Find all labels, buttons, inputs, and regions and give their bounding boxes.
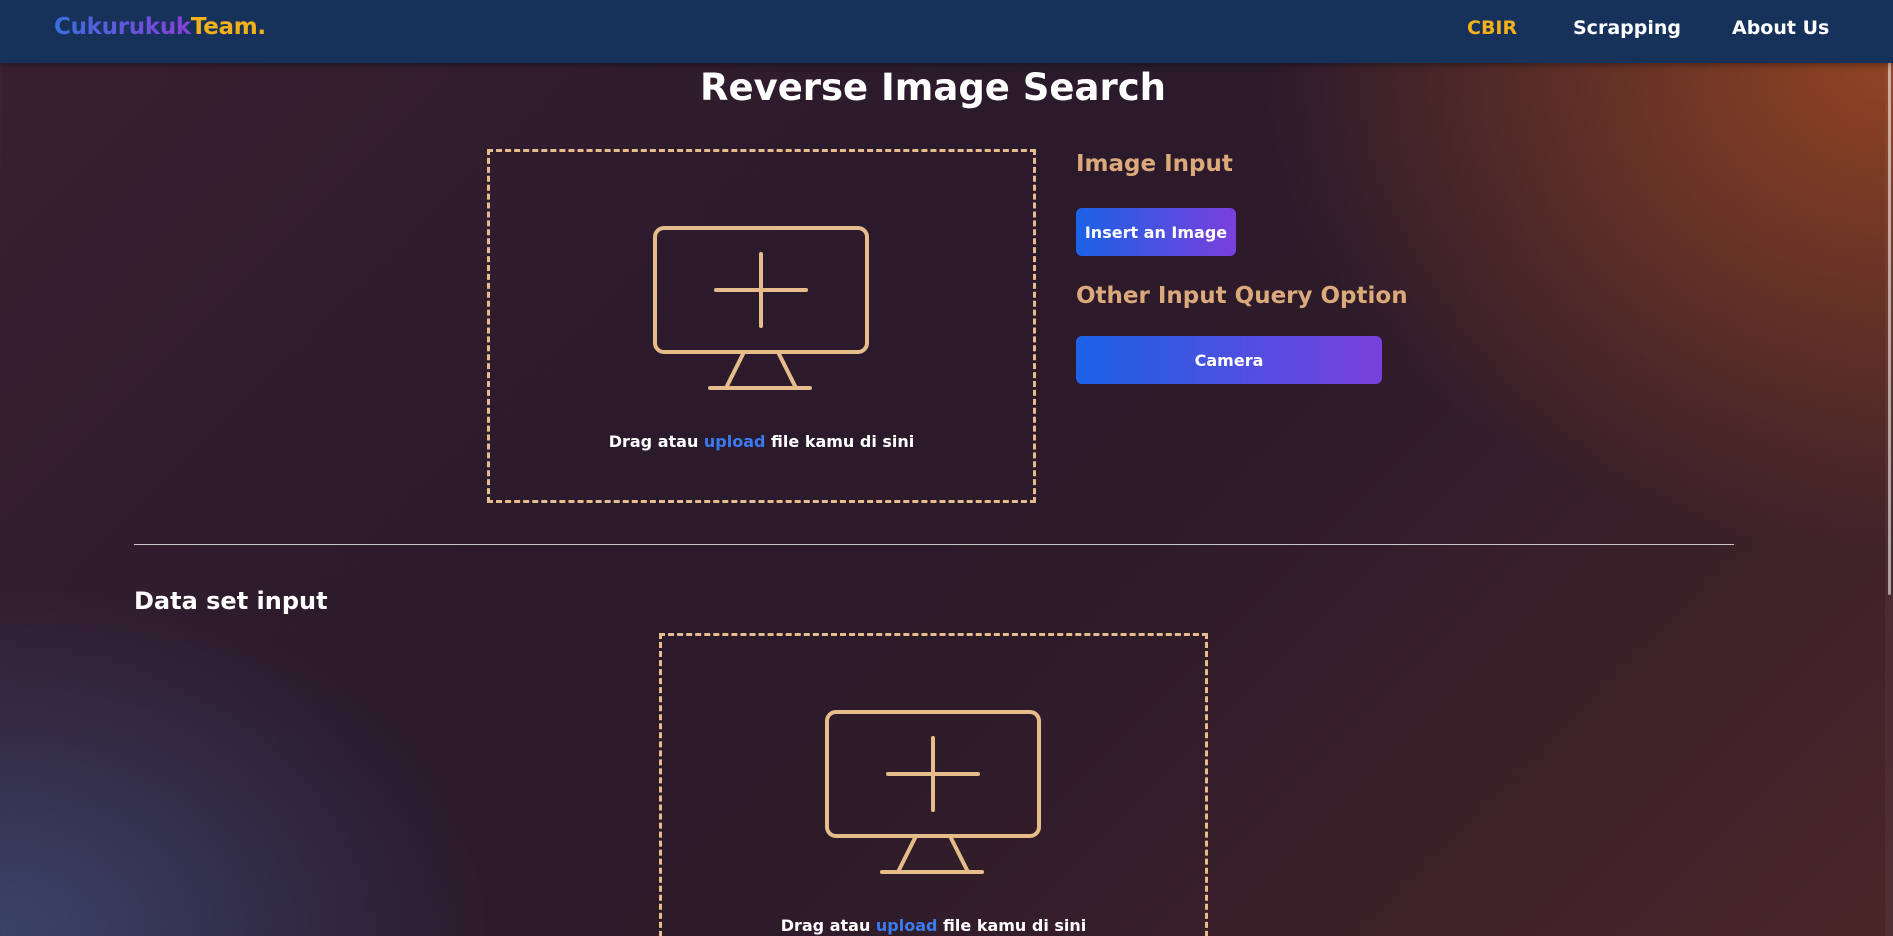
dropzone-text: Drag atau upload file kamu di sini bbox=[662, 916, 1205, 935]
nav-item-about-us[interactable]: About Us bbox=[1732, 17, 1829, 39]
dataset-section-title: Data set input bbox=[134, 587, 328, 615]
dropzone-text-before: Drag atau bbox=[608, 432, 704, 451]
dropzone-text-before: Drag atau bbox=[780, 916, 876, 935]
nav-item-cbir[interactable]: CBIR bbox=[1467, 17, 1517, 39]
dataset-dropzone[interactable]: Drag atau upload file kamu di sini bbox=[659, 633, 1208, 936]
page-title: Reverse Image Search bbox=[699, 66, 1167, 109]
section-divider bbox=[134, 544, 1734, 545]
nav-item-scrapping[interactable]: Scrapping bbox=[1573, 17, 1681, 39]
logo-part1: Cukurukuk bbox=[54, 14, 191, 40]
logo[interactable]: CukurukukTeam. bbox=[54, 14, 266, 40]
camera-button[interactable]: Camera bbox=[1076, 336, 1382, 384]
dropzone-text-after: file kamu di sini bbox=[765, 432, 915, 451]
upload-link[interactable]: upload bbox=[704, 432, 766, 451]
insert-image-button[interactable]: Insert an Image bbox=[1076, 208, 1236, 256]
dropzone-text: Drag atau upload file kamu di sini bbox=[490, 432, 1033, 451]
navbar: CukurukukTeam. CBIR Scrapping About Us bbox=[0, 0, 1893, 63]
scrollbar-thumb[interactable] bbox=[1888, 50, 1891, 595]
logo-part2: Team. bbox=[190, 14, 266, 40]
upload-link[interactable]: upload bbox=[876, 916, 938, 935]
dropzone-text-after: file kamu di sini bbox=[937, 916, 1087, 935]
other-input-heading: Other Input Query Option bbox=[1076, 283, 1408, 309]
image-input-heading: Image Input bbox=[1076, 151, 1233, 177]
image-dropzone[interactable]: Drag atau upload file kamu di sini bbox=[487, 149, 1036, 503]
monitor-plus-icon bbox=[825, 710, 1041, 874]
monitor-plus-icon bbox=[653, 226, 869, 390]
